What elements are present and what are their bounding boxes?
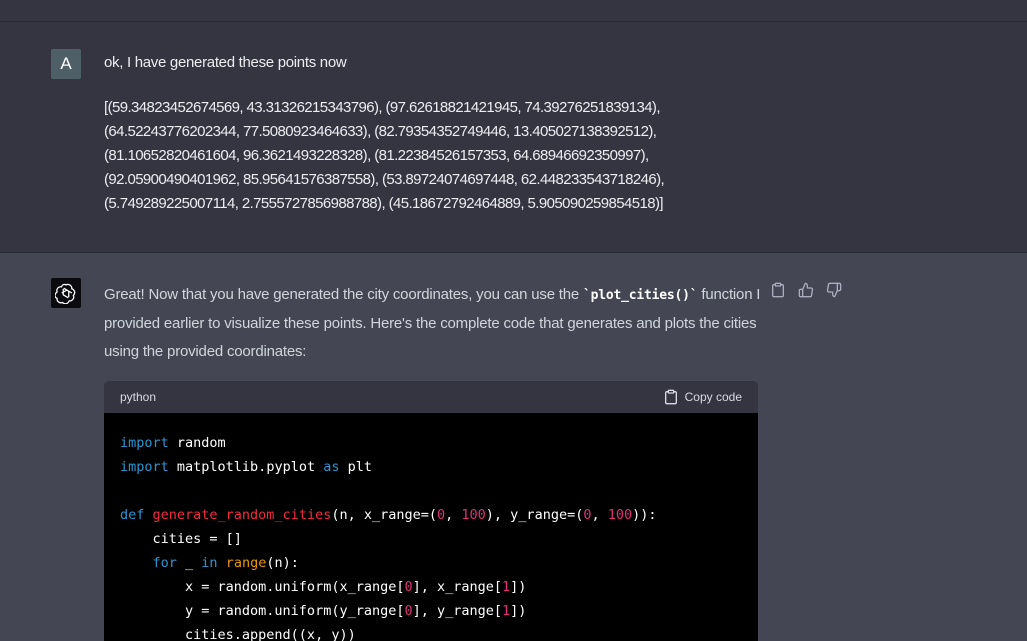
code-line: for _ in range(n): [120, 551, 742, 575]
copy-code-label: Copy code [684, 390, 742, 404]
code-language-label: python [120, 390, 157, 404]
clipboard-icon[interactable] [770, 282, 786, 298]
code-line: cities.append((x, y)) [120, 623, 742, 641]
code-token: 1 [502, 579, 511, 595]
code-token: x = random.uniform(x_range[ [120, 579, 405, 595]
code-token: random [168, 435, 226, 451]
code-token: as [323, 459, 340, 475]
code-block: python Copy code import random import mat… [104, 381, 758, 641]
assistant-text-before: Great! Now that you have generated the c… [104, 286, 584, 303]
code-token: ), y_range=( [485, 507, 584, 523]
user-avatar: A [51, 49, 81, 79]
code-token: range [225, 555, 267, 571]
code-token: , [591, 507, 608, 523]
code-line: cities = [] [120, 527, 742, 551]
code-token: cities = [] [120, 531, 242, 547]
code-token: ]) [510, 579, 527, 595]
message-actions [770, 281, 846, 299]
code-token: in [201, 555, 218, 571]
code-token: def [120, 507, 153, 523]
copy-code-button[interactable]: Copy code [663, 389, 742, 405]
assistant-avatar [51, 278, 81, 308]
code-token: matplotlib.pyplot [168, 459, 324, 475]
code-token: _ [176, 555, 202, 571]
code-token: ], y_range[ [412, 603, 503, 619]
code-token: (n): [266, 555, 299, 571]
clipboard-icon [664, 389, 677, 405]
openai-logo-icon [55, 283, 76, 304]
code-token: for [152, 555, 177, 571]
code-token: y = random.uniform(y_range[ [120, 603, 405, 619]
code-token: 1 [502, 603, 511, 619]
code-line: def generate_random_cities(n, x_range=(0… [120, 503, 742, 527]
thumbs-down-icon[interactable] [826, 282, 842, 298]
code-token: )): [632, 507, 657, 523]
assistant-message-text: Great! Now that you have generated the c… [104, 281, 764, 366]
code-line: import matplotlib.pyplot as plt [120, 455, 742, 479]
code-token: , [445, 507, 462, 523]
code-block-header: python Copy code [104, 381, 758, 413]
code-line: import random [120, 431, 742, 455]
code-token: 0 [437, 507, 446, 523]
code-token: import [120, 435, 169, 451]
code-line: y = random.uniform(y_range[0], y_range[1… [120, 599, 742, 623]
user-message-intro: ok, I have generated these points now [104, 54, 347, 71]
code-content: import random import matplotlib.pyplot as… [104, 413, 758, 641]
user-message: A ok, I have generated these points now … [0, 22, 1027, 253]
code-token: 0 [404, 603, 413, 619]
code-token: plt [339, 459, 372, 475]
code-token: 0 [404, 579, 413, 595]
code-token: ], x_range[ [412, 579, 503, 595]
code-token: generate_random_cities [152, 507, 332, 523]
code-token: ]) [510, 603, 527, 619]
code-line: x = random.uniform(x_range[0], x_range[1… [120, 575, 742, 599]
code-token: cities.append((x, y)) [120, 627, 356, 641]
code-token: import [120, 459, 169, 475]
user-message-points: [(59.34823452674569, 43.31326215343796),… [104, 99, 665, 212]
previous-message-strip [0, 0, 1027, 22]
thumbs-up-icon[interactable] [798, 282, 814, 298]
code-token: 100 [461, 507, 486, 523]
code-token: (n, x_range=( [331, 507, 437, 523]
inline-code: `plot_cities()` [583, 288, 698, 303]
code-token: 100 [607, 507, 633, 523]
